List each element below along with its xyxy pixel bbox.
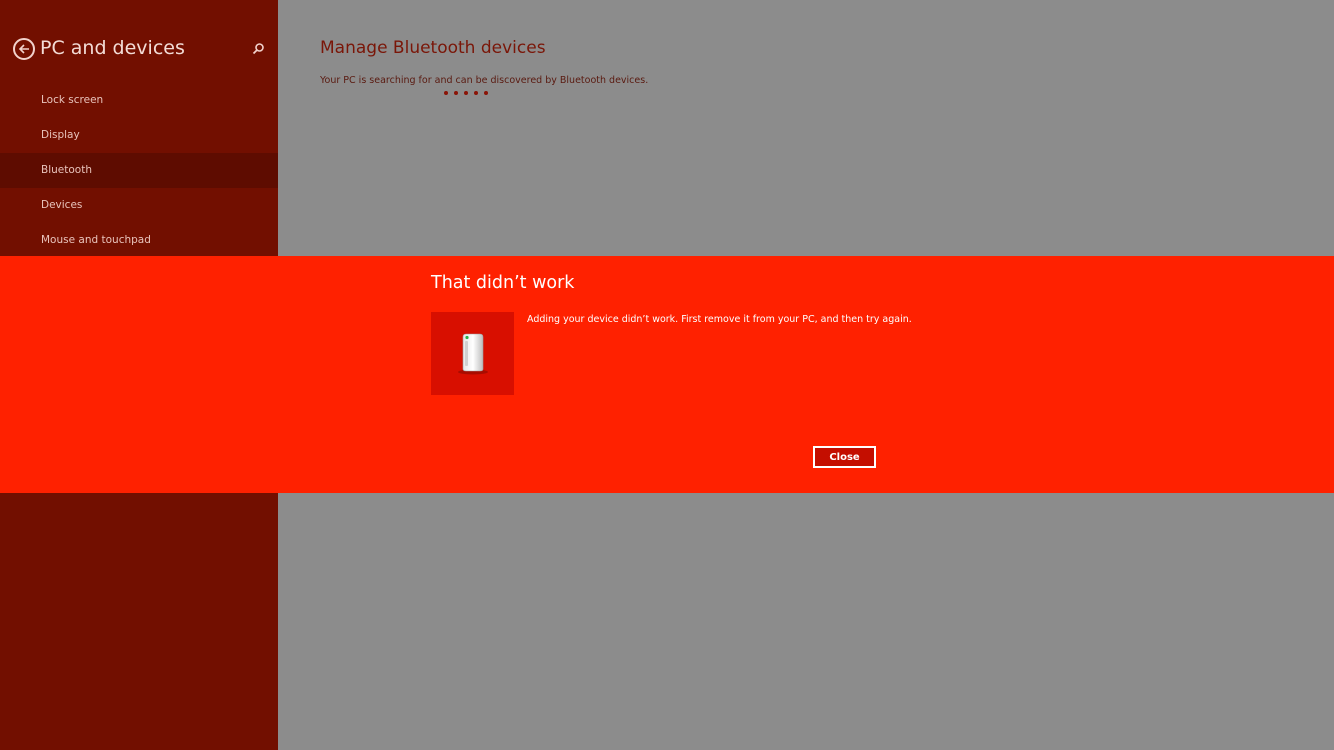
progress-dot xyxy=(464,91,468,95)
device-icon xyxy=(457,333,488,374)
progress-indicator xyxy=(444,91,488,95)
sidebar-item-lock-screen[interactable]: Lock screen xyxy=(0,83,278,118)
progress-dot xyxy=(454,91,458,95)
dialog-message: Adding your device didn’t work. First re… xyxy=(527,314,912,325)
dialog-title: That didn’t work xyxy=(431,273,575,293)
progress-dot xyxy=(484,91,488,95)
back-arrow-icon xyxy=(18,44,29,54)
sidebar-item-mouse-and-touchpad[interactable]: Mouse and touchpad xyxy=(0,223,278,258)
sidebar-item-bluetooth[interactable]: Bluetooth xyxy=(0,153,278,188)
progress-dot xyxy=(474,91,478,95)
error-dialog: That didn’t work Adding your device didn… xyxy=(0,256,1334,493)
device-tile xyxy=(431,312,514,395)
sidebar-item-display[interactable]: Display xyxy=(0,118,278,153)
back-button[interactable] xyxy=(13,38,35,60)
sidebar-title: PC and devices xyxy=(40,37,185,59)
sidebar-nav: Lock screen Display Bluetooth Devices Mo… xyxy=(0,83,278,258)
close-button[interactable]: Close xyxy=(813,446,876,468)
progress-dot xyxy=(444,91,448,95)
page-title: Manage Bluetooth devices xyxy=(320,38,546,58)
search-icon xyxy=(252,43,264,55)
search-button[interactable] xyxy=(250,41,266,57)
search-status-text: Your PC is searching for and can be disc… xyxy=(320,75,649,86)
sidebar-item-devices[interactable]: Devices xyxy=(0,188,278,223)
